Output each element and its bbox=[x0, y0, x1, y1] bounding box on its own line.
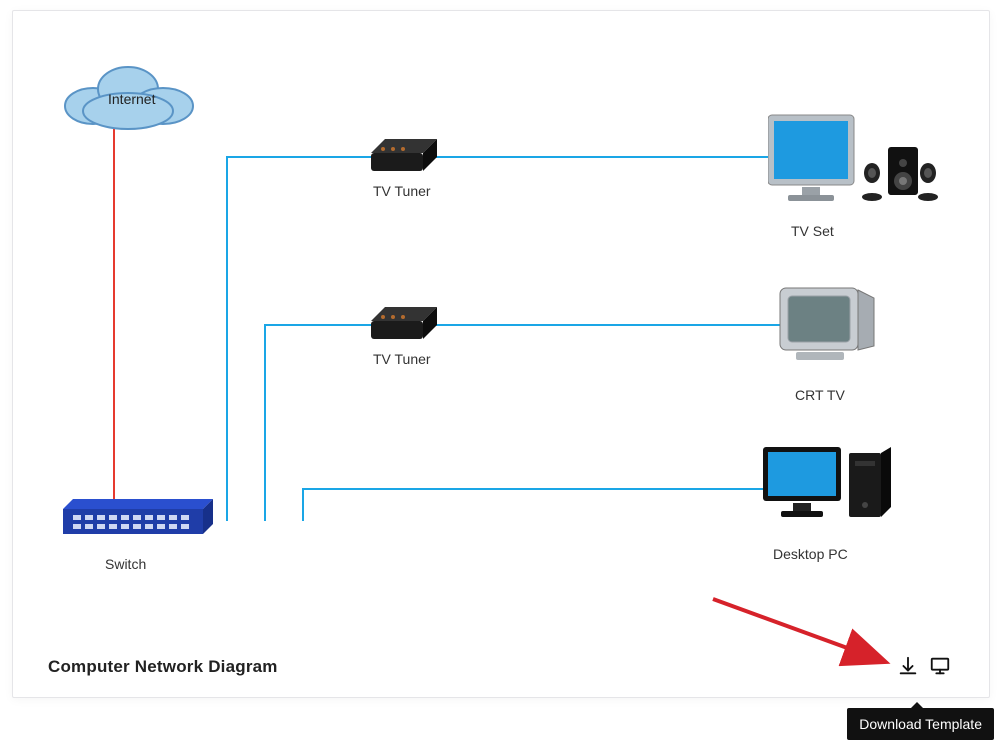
desktop-label: Desktop PC bbox=[773, 546, 848, 562]
crt-tv-node bbox=[778, 286, 878, 376]
tv-set-node bbox=[768, 111, 938, 221]
crt-tv-icon bbox=[778, 286, 878, 376]
flat-tv-icon bbox=[768, 111, 938, 221]
crt-label: CRT TV bbox=[795, 387, 845, 403]
internet-cloud-node: Internet bbox=[53, 51, 203, 136]
open-editor-icon[interactable] bbox=[929, 655, 951, 677]
desktop-pc-icon bbox=[763, 441, 903, 531]
download-tooltip: Download Template bbox=[847, 708, 994, 740]
tuner-icon bbox=[371, 139, 437, 177]
switch-label: Switch bbox=[105, 556, 146, 572]
desktop-pc-node bbox=[763, 441, 903, 531]
diagram-panel: Internet Switch bbox=[12, 10, 990, 698]
tuner-icon bbox=[371, 307, 437, 345]
tv-tuner-1-node bbox=[371, 139, 437, 177]
diagram-title: Computer Network Diagram bbox=[48, 657, 278, 677]
tuner1-label: TV Tuner bbox=[373, 183, 431, 199]
tv-tuner-2-node bbox=[371, 307, 437, 345]
internet-label: Internet bbox=[108, 91, 155, 107]
switch-icon bbox=[63, 499, 213, 539]
switch-node bbox=[63, 499, 213, 539]
action-icons bbox=[897, 655, 951, 677]
tuner2-label: TV Tuner bbox=[373, 351, 431, 367]
tvset-label: TV Set bbox=[791, 223, 834, 239]
download-icon[interactable] bbox=[897, 655, 919, 677]
